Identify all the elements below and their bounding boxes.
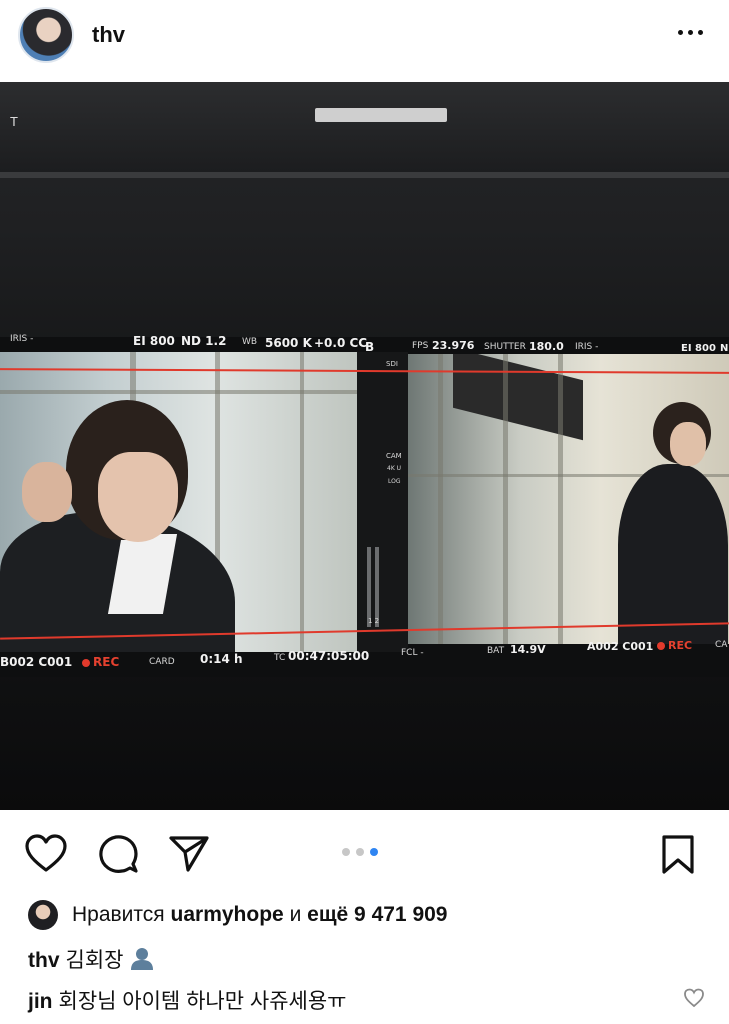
comment-row: jin 회장님 아이템 하나만 사쥬세용ㅠ bbox=[28, 985, 346, 1015]
center-sdi: SDI bbox=[386, 360, 398, 368]
right-shutter: 180.0 bbox=[529, 340, 564, 353]
left-tc-label: TC bbox=[274, 653, 286, 663]
carousel-dot[interactable] bbox=[356, 848, 364, 856]
left-tint: +0.0 CC bbox=[314, 336, 368, 350]
right-fps-label: FPS bbox=[412, 341, 429, 351]
post-username[interactable]: thv bbox=[92, 22, 125, 48]
monitor-center-strip bbox=[357, 352, 408, 652]
comment-text: 회장님 아이템 하나만 사쥬세용ㅠ bbox=[58, 990, 347, 1013]
comment-username[interactable]: jin bbox=[28, 990, 53, 1013]
post-caption: thv 김회장 bbox=[28, 944, 155, 976]
heart-icon[interactable] bbox=[24, 834, 68, 879]
bookmark-icon[interactable] bbox=[660, 834, 696, 881]
left-channel: B bbox=[365, 340, 375, 354]
likes-row[interactable]: Нравится uarmyhope и ещё 9 471 909 bbox=[28, 898, 447, 932]
carousel-indicator bbox=[342, 848, 378, 856]
right-fps: 23.976 bbox=[432, 339, 475, 352]
photo-mark: T bbox=[10, 114, 18, 129]
profile-avatar[interactable] bbox=[18, 7, 74, 63]
left-rec-indicator: REC bbox=[82, 655, 119, 669]
left-wb: 5600 K bbox=[265, 336, 312, 350]
right-bat: 14.9V bbox=[510, 643, 546, 656]
right-rec-indicator: REC bbox=[657, 639, 692, 652]
right-clip: A002 C001 bbox=[587, 640, 654, 653]
send-icon[interactable] bbox=[168, 834, 210, 879]
right-shutter-label: SHUTTER bbox=[484, 342, 526, 352]
photo-light-bar bbox=[315, 108, 447, 122]
liker-avatar[interactable] bbox=[28, 900, 58, 930]
left-wb-label: WB bbox=[242, 337, 258, 347]
right-ca: CA bbox=[715, 640, 728, 650]
caption-username[interactable]: thv bbox=[28, 949, 60, 972]
likes-count: ещё 9 471 909 bbox=[307, 903, 448, 926]
bust-in-silhouette-icon bbox=[129, 946, 155, 976]
left-card: CARD bbox=[149, 657, 175, 667]
carousel-dot[interactable] bbox=[342, 848, 350, 856]
left-iris: IRIS - bbox=[10, 334, 34, 344]
more-horizontal-icon[interactable] bbox=[678, 30, 703, 35]
comment-icon[interactable] bbox=[97, 834, 139, 881]
liker-username: uarmyhope bbox=[170, 903, 284, 926]
post-header: thv bbox=[0, 0, 729, 80]
carousel-dot-active[interactable] bbox=[370, 848, 378, 856]
left-nd: ND 1.2 bbox=[181, 334, 227, 348]
left-tc: 00:47:05:00 bbox=[288, 649, 370, 663]
right-ei: EI 800 bbox=[681, 343, 716, 354]
caption-text: 김회장 bbox=[65, 949, 124, 972]
heart-outline-small-icon[interactable] bbox=[683, 988, 705, 1013]
right-fcl: FCL - bbox=[401, 648, 424, 658]
monitor-left-image bbox=[0, 352, 357, 652]
monitor-right-image bbox=[408, 354, 729, 644]
left-clip: B002 C001 bbox=[0, 655, 73, 669]
center-log: LOG bbox=[388, 478, 401, 485]
post-photo[interactable]: T IRIS - EI 800 ND 1.2 WB 5600 K +0.0 CC… bbox=[0, 82, 729, 810]
center-channels: 1 2 bbox=[368, 617, 380, 625]
center-res: 4K U bbox=[387, 465, 402, 472]
left-remaining: 0:14 h bbox=[200, 652, 243, 666]
photo-top-band bbox=[0, 82, 729, 178]
left-ei: EI 800 bbox=[133, 334, 175, 348]
right-n: N bbox=[720, 343, 729, 354]
right-iris: IRIS - bbox=[575, 342, 599, 352]
right-bat-label: BAT bbox=[487, 646, 505, 656]
likes-text[interactable]: Нравится uarmyhope и ещё 9 471 909 bbox=[72, 903, 447, 927]
center-cam: CAM bbox=[386, 452, 402, 460]
